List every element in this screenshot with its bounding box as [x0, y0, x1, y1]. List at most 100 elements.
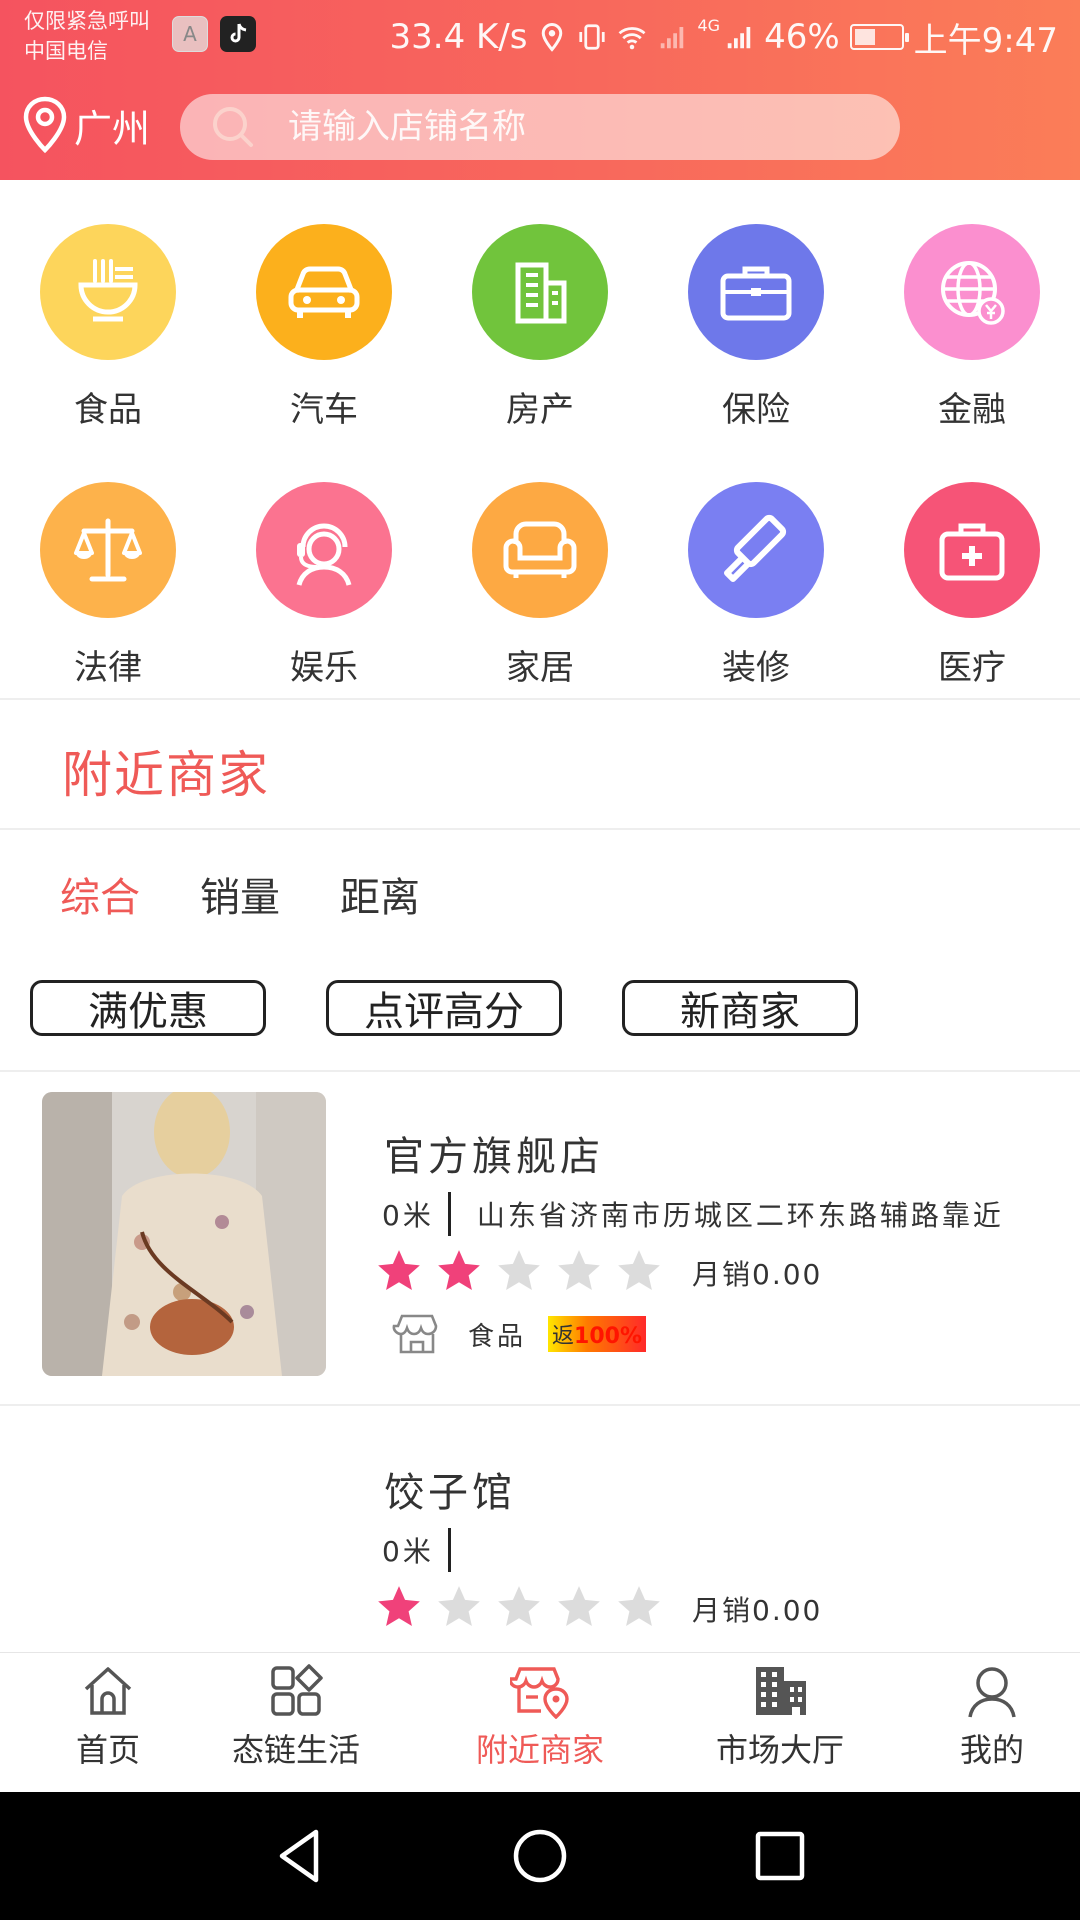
star-empty-icon: [498, 1586, 540, 1626]
category-food[interactable]: 食品: [0, 180, 216, 431]
app-a-icon: A: [172, 16, 208, 52]
nav-home[interactable]: 首页: [0, 1663, 216, 1771]
recents-square-icon[interactable]: [748, 1824, 812, 1888]
star-empty-icon: [438, 1586, 480, 1626]
merchant-name: 官方旗舰店: [384, 1134, 604, 1180]
category-circle: [40, 224, 176, 360]
wifi-icon: [619, 27, 646, 50]
filter-discount[interactable]: 满优惠: [30, 980, 266, 1036]
star-filled-icon: [438, 1250, 480, 1290]
category-home[interactable]: 家居: [432, 438, 648, 689]
nav-label: 我的: [959, 1731, 1024, 1769]
category-circle: [256, 482, 392, 618]
category-circle: [472, 224, 608, 360]
user-icon: [968, 1667, 1016, 1718]
divider: [0, 698, 1080, 700]
merchant-tags: 食品 返100%: [392, 1312, 646, 1356]
battery-percent: 46%: [764, 17, 840, 57]
globe-yen-icon: [941, 261, 1005, 325]
search-input[interactable]: [286, 106, 850, 148]
star-empty-icon: [618, 1586, 660, 1626]
search-icon: [213, 107, 253, 147]
rating-stars: [374, 1246, 674, 1300]
merchant-card[interactable]: 官方旗舰店 0米 山东省济南市历城区二环东路辅路靠近 月销0.00 食品 返10…: [0, 1072, 1080, 1402]
nav-profile[interactable]: 我的: [884, 1663, 1080, 1771]
car-icon: [288, 266, 360, 318]
star-empty-icon: [558, 1586, 600, 1626]
merchant-rating: 月销0.00: [374, 1582, 822, 1636]
category-medical[interactable]: 医疗: [864, 438, 1080, 689]
category-circle: [688, 224, 824, 360]
tab-comprehensive[interactable]: 综合: [60, 865, 140, 923]
merchant-category: 食品: [468, 1321, 527, 1352]
nav-label: 市场大厅: [715, 1731, 844, 1769]
tab-distance[interactable]: 距离: [340, 865, 420, 923]
merchant-photo-image: [42, 1092, 326, 1376]
merchant-address: 山东省济南市历城区二环东路辅路靠近: [476, 1199, 1004, 1232]
network-type: 4G: [697, 16, 721, 35]
category-law[interactable]: 法律: [0, 438, 216, 689]
nearby-shop-icon: [510, 1667, 569, 1719]
status-carrier: 仅限紧急呼叫 中国电信: [24, 6, 150, 66]
status-indicators: 33.4 K/s 4G 46% 上午9:47: [390, 14, 1059, 61]
category-circle: [472, 482, 608, 618]
emergency-notice: 仅限紧急呼叫: [24, 9, 150, 33]
city-selector[interactable]: 广州: [22, 96, 150, 154]
market-building-icon: [756, 1667, 806, 1715]
location-pin-icon: [23, 96, 67, 154]
category-property[interactable]: 房产: [432, 180, 648, 431]
nav-nearby[interactable]: 附近商家: [432, 1663, 648, 1771]
merchant-distance: 0米: [382, 1199, 434, 1232]
nav-life[interactable]: 态链生活: [188, 1663, 404, 1771]
category-circle: [904, 482, 1040, 618]
category-circle: [904, 224, 1040, 360]
category-label: 医疗: [938, 648, 1006, 688]
category-renovation[interactable]: 装修: [648, 438, 864, 689]
filter-high-rating[interactable]: 点评高分: [326, 980, 562, 1036]
star-empty-icon: [558, 1250, 600, 1290]
category-row-2: 法律 娱乐 家居 装修 医疗: [0, 438, 1080, 688]
back-icon[interactable]: [268, 1824, 332, 1888]
merchant-meta: 0米 山东省济南市历城区二环东路辅路靠近: [382, 1192, 1004, 1236]
rating-stars: [374, 1582, 674, 1636]
battery-fill: [854, 29, 875, 45]
category-finance[interactable]: 金融: [864, 180, 1080, 431]
category-circle: [256, 224, 392, 360]
merchant-sales: 月销0.00: [692, 1258, 823, 1291]
category-label: 汽车: [290, 390, 358, 430]
star-empty-icon: [618, 1250, 660, 1290]
category-label: 房产: [506, 390, 574, 430]
paint-roller-icon: [724, 514, 787, 582]
tiktok-icon: [220, 16, 256, 52]
category-label: 娱乐: [290, 648, 358, 688]
meta-separator: [447, 1192, 451, 1236]
category-car[interactable]: 汽车: [216, 180, 432, 431]
filter-new-merchant[interactable]: 新商家: [622, 980, 858, 1036]
status-app-icons: A: [172, 16, 256, 52]
nav-label: 态链生活: [231, 1731, 360, 1769]
category-insurance[interactable]: 保险: [648, 180, 864, 431]
nav-market[interactable]: 市场大厅: [672, 1663, 888, 1771]
system-navigation-bar: [0, 1792, 1080, 1920]
home-icon: [84, 1667, 132, 1715]
rebate-prefix: 返: [552, 1324, 575, 1349]
search-bar[interactable]: [180, 94, 900, 160]
category-label: 装修: [722, 648, 790, 688]
headset-user-icon: [296, 523, 352, 586]
home-circle-icon[interactable]: [508, 1824, 572, 1888]
sort-tabs: 综合 销量 距离: [60, 865, 420, 923]
category-label: 保险: [722, 390, 790, 430]
merchant-sales: 月销0.00: [692, 1594, 823, 1627]
noodle-bowl-icon: [78, 259, 138, 322]
scales-icon: [74, 518, 142, 582]
tab-sales[interactable]: 销量: [200, 865, 280, 923]
bottom-navigation: 首页 态链生活 附近商家 市场大厅 我的: [0, 1652, 1080, 1793]
section-title-nearby: 附近商家: [62, 746, 270, 804]
category-entertainment[interactable]: 娱乐: [216, 438, 432, 689]
shop-icon: [392, 1314, 438, 1354]
star-filled-icon: [378, 1250, 420, 1290]
nav-label: 附近商家: [475, 1731, 604, 1769]
category-label: 金融: [938, 390, 1006, 430]
star-empty-icon: [498, 1250, 540, 1290]
divider: [0, 828, 1080, 830]
